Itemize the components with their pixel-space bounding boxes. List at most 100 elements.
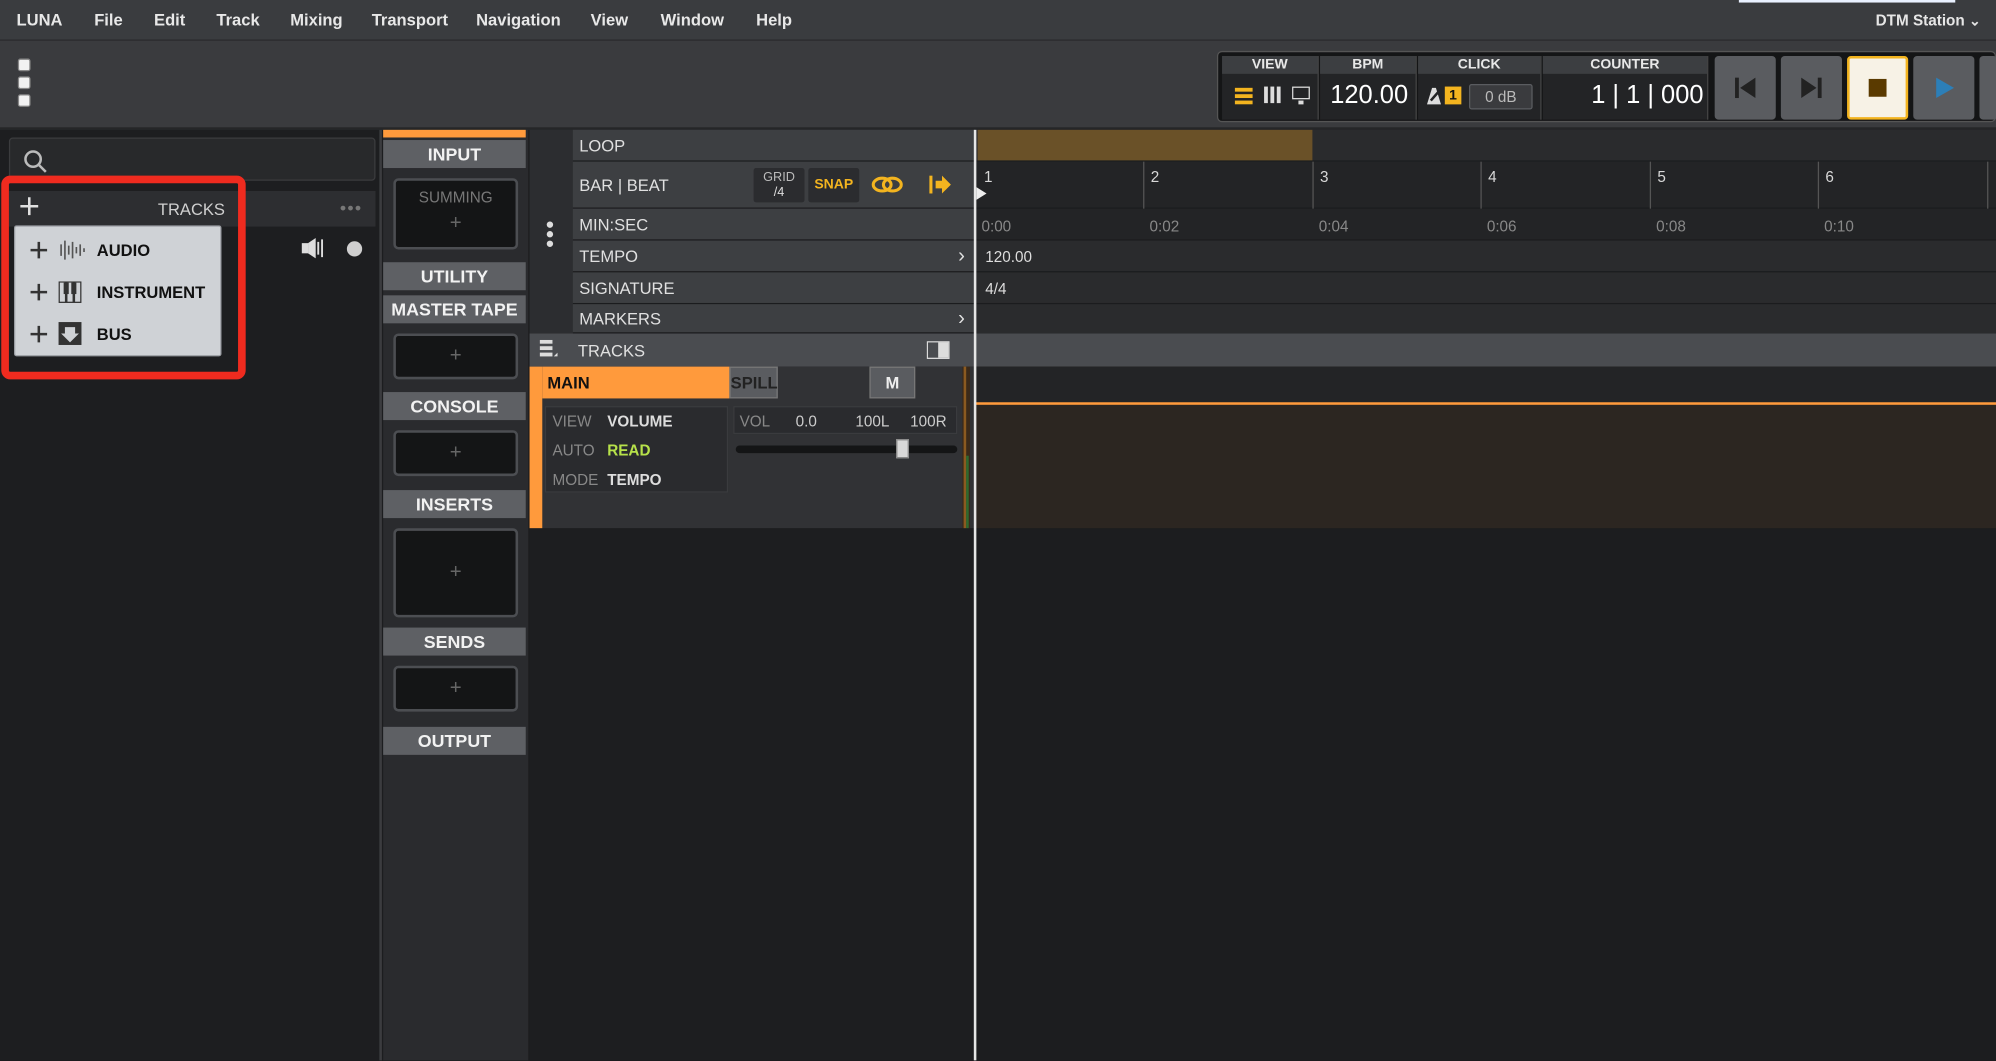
station-selector[interactable]: DTM Station ⌄ [1876,11,1981,29]
click-level[interactable]: 0 dB [1468,84,1533,110]
stop-button[interactable] [1847,56,1909,120]
snap-button[interactable]: SNAP [808,168,860,203]
menu-window[interactable]: Window [661,10,724,29]
master-tape-section[interactable]: MASTER TAPE [383,295,526,324]
inserts-section[interactable]: INSERTS [383,490,526,519]
sends-slot[interactable]: + [393,665,519,712]
tempo-value[interactable]: 120.00 [985,248,1032,266]
menu-navigation[interactable]: Navigation [476,10,561,29]
chevron-right-icon[interactable]: › [958,304,965,333]
time-label: 0:04 [1318,217,1349,236]
volume-slider[interactable] [735,439,958,459]
grip-icon[interactable] [17,94,31,107]
record-button[interactable] [1979,56,1996,120]
sends-section[interactable]: SENDS [383,627,526,656]
utility-section[interactable]: UTILITY [383,262,526,291]
plus-icon: + [449,344,462,367]
click-count-badge[interactable]: 1 [1444,86,1462,105]
ruler-min-sec[interactable]: MIN:SEC [572,208,976,241]
signature-value[interactable]: 4/4 [985,280,1006,298]
menu-help[interactable]: Help [756,10,792,29]
ruler-labels: LOOP BAR | BEAT GRID /4 SNAP MIN:SEC TEM… [529,129,976,334]
more-options-icon[interactable]: ••• [340,197,363,217]
monitor-view-icon[interactable] [1292,86,1311,106]
more-vertical-icon[interactable] [545,221,555,247]
signature-lane[interactable]: 4/4 [975,272,1996,305]
link-icon[interactable] [871,173,904,196]
rewind-button[interactable] [1714,56,1776,120]
grid-button[interactable]: GRID /4 [753,168,805,203]
bpm-section[interactable]: BPM 120.00 [1320,56,1417,120]
bpm-value[interactable]: 120.00 [1330,81,1408,110]
output-section[interactable]: OUTPUT [383,726,526,755]
counter-value[interactable]: 1 | 1 | 000 [1591,81,1703,110]
menu-edit[interactable]: Edit [154,10,185,29]
menu-luna[interactable]: LUNA [17,10,63,29]
playhead-marker-icon[interactable] [976,187,987,200]
forward-button[interactable] [1780,56,1842,120]
panel-toggle-icon[interactable] [926,341,950,359]
speaker-icon[interactable] [301,238,327,259]
menu-track[interactable]: Track [216,10,259,29]
spill-button[interactable]: SPILL [729,366,778,399]
auto-key: AUTO [552,441,595,460]
master-tape-slot[interactable]: + [393,333,519,380]
follow-playhead-icon[interactable] [929,174,952,194]
ruler-loop[interactable]: LOOP [572,129,976,162]
input-section[interactable]: INPUT [383,140,526,169]
bar-beat-lane[interactable]: 1 2 3 4 5 6 [975,161,1996,209]
track-name[interactable]: MAIN [542,366,730,399]
ruler-tempo[interactable]: TEMPO › [572,240,976,273]
menu-transport[interactable]: Transport [372,10,448,29]
add-instrument-track[interactable]: INSTRUMENT [15,272,222,310]
playhead-line[interactable] [973,129,977,1061]
view-section: VIEW [1222,56,1319,120]
counter-section[interactable]: COUNTER 1 | 1 | 000 [1542,56,1709,120]
mute-button[interactable]: M [869,366,916,399]
grip-icon[interactable] [17,58,31,72]
auto-value[interactable]: READ [607,442,650,460]
mode-value[interactable]: TEMPO [607,471,661,489]
plus-icon [30,325,48,343]
loop-lane[interactable] [975,129,1996,162]
pan-left-value[interactable]: 100L [855,412,889,430]
tempo-lane[interactable]: 120.00 [975,240,1996,273]
ruler-signature[interactable]: SIGNATURE [572,272,976,305]
min-sec-lane[interactable]: 0:00 0:02 0:04 0:06 0:08 0:10 [975,208,1996,241]
add-bus-track[interactable]: BUS [15,314,222,352]
volume-slider-thumb[interactable] [896,439,909,459]
inserts-slot[interactable]: + [393,528,519,618]
record-arm-icon[interactable] [346,241,363,258]
skip-forward-icon [1801,77,1822,99]
play-button[interactable] [1913,56,1975,120]
loop-region[interactable] [977,129,1313,161]
summing-slot[interactable]: SUMMING + [393,178,519,250]
ruler-bar-beat[interactable]: BAR | BEAT GRID /4 SNAP [572,161,976,209]
view-key: VIEW [552,412,592,431]
menu-view[interactable]: View [591,10,628,29]
markers-lane[interactable] [975,304,1996,334]
list-view-icon[interactable] [1234,87,1255,105]
mixer-view-icon[interactable] [1264,86,1282,105]
pan-right-value[interactable]: 100R [910,412,947,430]
add-track-button[interactable] [18,195,43,220]
search-input[interactable] [8,137,376,181]
console-slot[interactable]: + [393,430,519,477]
console-section[interactable]: CONSOLE [383,392,526,421]
plus-icon: + [449,561,462,584]
main-track-lane[interactable] [975,366,1996,529]
volume-automation-line[interactable] [975,402,1996,405]
chevron-right-icon[interactable]: › [958,241,965,273]
menu-file[interactable]: File [94,10,123,29]
add-audio-track[interactable]: AUDIO [15,230,222,268]
vol-value[interactable]: 0.0 [796,412,817,430]
metronome-icon[interactable] [1424,87,1442,106]
view-value[interactable]: VOLUME [607,412,672,430]
plus-icon [30,283,48,301]
ruler-markers[interactable]: MARKERS › [572,304,976,334]
track-list-icon[interactable] [539,339,558,360]
grip-icon[interactable] [17,76,31,90]
search-icon [24,150,47,173]
menu-mixing[interactable]: Mixing [290,10,342,29]
time-label: 0:00 [981,217,1012,236]
